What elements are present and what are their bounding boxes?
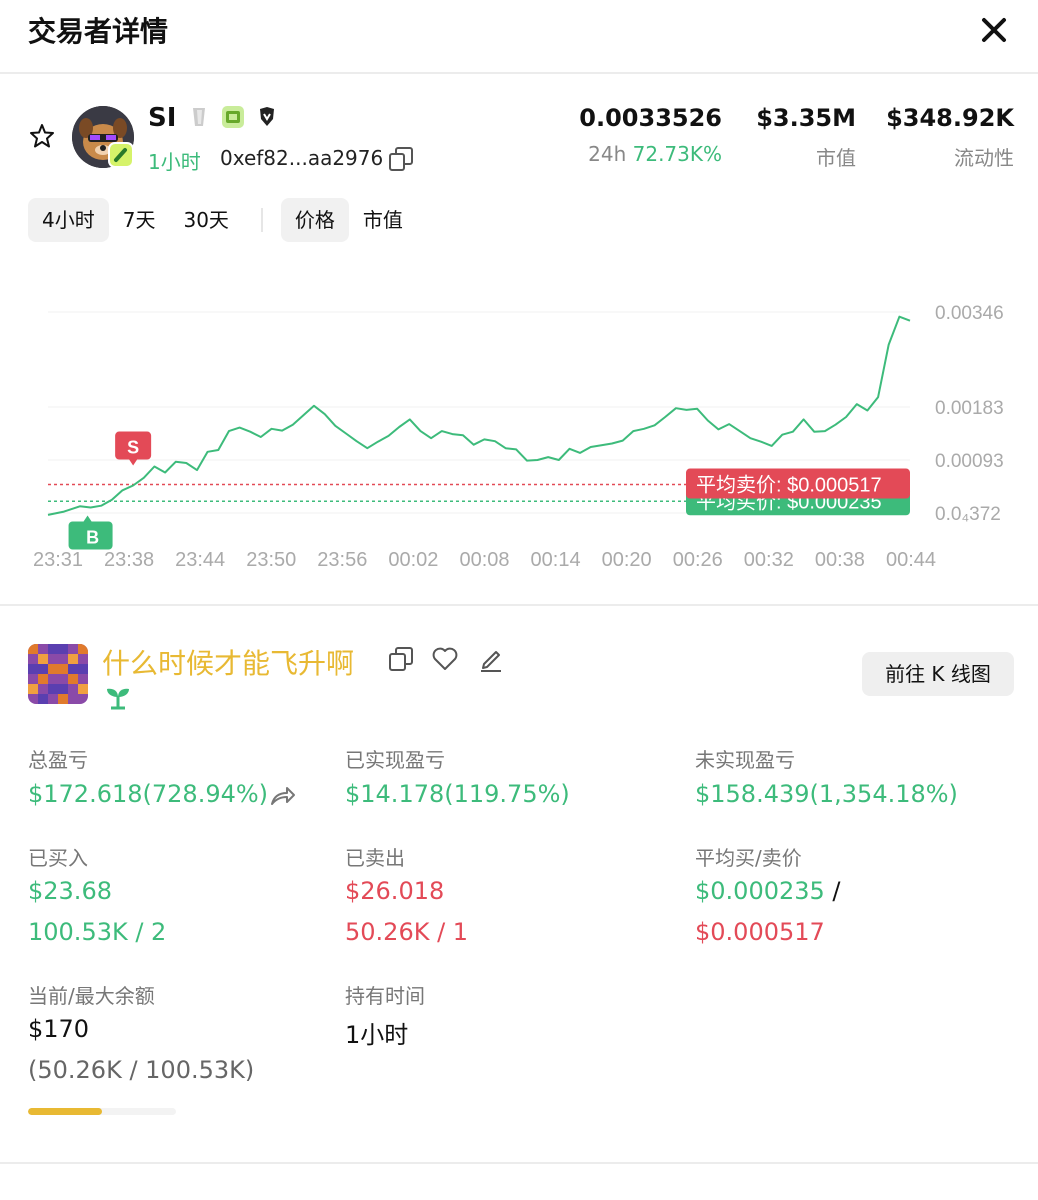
pump-tag-icon — [188, 106, 210, 128]
realized-pnl-label: 已实现盈亏 — [345, 748, 445, 772]
token-summary: SI 1小时 0xef82...aa2976 0.0033526 24h 72.… — [0, 100, 1038, 180]
balance-detail: (50.26K / 100.53K) — [28, 1056, 255, 1084]
unrealized-pnl-value: $158.439(1,354.18%) — [695, 780, 958, 808]
avg-sell-value: $0.000517 — [695, 918, 825, 946]
sold-value: $26.018 — [345, 877, 445, 905]
section-divider — [0, 604, 1038, 606]
tab-30d[interactable]: 30天 — [169, 198, 242, 242]
x-tick-label: 23:44 — [175, 549, 225, 571]
market-cap-stat: $3.35M 市值 — [756, 104, 856, 171]
market-cap-label: 市值 — [816, 146, 856, 170]
avg-buy-line: $0.000235 / — [695, 877, 841, 905]
heart-icon[interactable] — [430, 644, 460, 674]
realized-pnl-value: $14.178(119.75%) — [345, 780, 570, 808]
x-tick-label: 23:50 — [246, 549, 296, 571]
balance-progress-bar — [28, 1108, 176, 1115]
x-tick-label: 00:32 — [744, 549, 794, 571]
x-tick-label: 23:31 — [33, 549, 83, 571]
avg-separator: / — [824, 877, 841, 905]
wallet-name: 什么时候才能飞升啊 — [102, 647, 355, 680]
wallet-avatar — [28, 644, 88, 704]
avg-buy-value: $0.000235 — [695, 877, 825, 905]
price-chart[interactable]: 0.003460.001830.000930.0₄372平均买价: $0.000… — [0, 280, 1038, 580]
token-tags — [188, 106, 278, 128]
chart-tabs: 4小时 7天 30天 价格 市值 — [28, 198, 417, 242]
price-change: 24h 72.73K% — [579, 142, 722, 166]
balance-progress-fill — [28, 1108, 102, 1115]
sell-marker-label: S — [127, 438, 139, 458]
price-stat: 0.0033526 24h 72.73K% — [579, 104, 722, 166]
x-tick-label: 00:38 — [815, 549, 865, 571]
unrealized-pnl-label: 未实现盈亏 — [695, 748, 795, 772]
balance-label: 当前/最大余额 — [28, 984, 155, 1008]
bottom-divider — [0, 1162, 1038, 1164]
copy-icon[interactable] — [386, 644, 416, 674]
wallet-header: 什么时候才能飞升啊 前往 K 线图 — [0, 640, 1038, 720]
header: 交易者详情 — [0, 0, 1038, 74]
x-tick-label: 00:08 — [459, 549, 509, 571]
token-age: 1小时 — [148, 150, 201, 174]
page-title: 交易者详情 — [28, 15, 169, 48]
sold-quantity: 50.26K / 1 — [345, 918, 469, 946]
total-pnl-value: $172.618(728.94%) — [28, 780, 269, 808]
star-icon[interactable] — [28, 122, 56, 150]
x-tick-label: 23:38 — [104, 549, 154, 571]
nvidia-tag-icon — [222, 106, 244, 128]
x-tick-label: 00:20 — [602, 549, 652, 571]
hold-time-value: 1小时 — [345, 1021, 409, 1049]
y-tick-label: 0.00183 — [935, 398, 1004, 419]
avg-sell-label: 平均卖价: $0.000517 — [696, 474, 882, 497]
liquidity-stat: $348.92K 流动性 — [886, 104, 1014, 171]
copy-icon[interactable] — [388, 146, 414, 172]
tab-4h[interactable]: 4小时 — [28, 198, 109, 242]
bought-quantity: 100.53K / 2 — [28, 918, 167, 946]
balance-value: $170 — [28, 1015, 90, 1043]
liquidity-label: 流动性 — [954, 146, 1014, 170]
buy-marker-label: B — [86, 527, 99, 547]
share-icon[interactable] — [268, 782, 296, 810]
change-value: 72.73K% — [632, 142, 722, 166]
shield-tag-icon — [256, 106, 278, 128]
sold-label: 已卖出 — [345, 846, 405, 870]
x-tick-label: 00:26 — [673, 549, 723, 571]
token-address[interactable]: 0xef82...aa2976 — [220, 146, 383, 170]
y-tick-label: 0.00093 — [935, 451, 1004, 472]
y-tick-label: 0.00346 — [935, 303, 1004, 324]
y-tick-label: 0.0₄372 — [935, 504, 1001, 525]
pump-badge-icon — [108, 142, 134, 168]
tab-price[interactable]: 价格 — [280, 198, 349, 242]
liquidity-value: $348.92K — [886, 104, 1014, 132]
x-tick-label: 00:14 — [531, 549, 581, 571]
avg-price-label: 平均买/卖价 — [695, 846, 802, 870]
close-icon[interactable] — [978, 14, 1010, 46]
kline-chart-button[interactable]: 前往 K 线图 — [862, 652, 1014, 696]
sprout-icon — [107, 688, 129, 710]
tab-market-cap[interactable]: 市值 — [349, 198, 417, 242]
bought-value: $23.68 — [28, 877, 112, 905]
edit-icon[interactable] — [476, 644, 506, 674]
hold-time-label: 持有时间 — [345, 984, 425, 1008]
x-tick-label: 00:02 — [388, 549, 438, 571]
tab-7d[interactable]: 7天 — [109, 198, 170, 242]
token-price: 0.0033526 — [579, 104, 722, 132]
bought-label: 已买入 — [28, 846, 88, 870]
x-tick-label: 00:44 — [886, 549, 936, 571]
change-prefix: 24h — [588, 142, 627, 166]
tab-divider — [260, 208, 263, 232]
x-tick-label: 23:56 — [317, 549, 367, 571]
total-pnl-label: 总盈亏 — [28, 748, 88, 772]
token-symbol: SI — [148, 103, 177, 133]
market-cap-value: $3.35M — [756, 104, 856, 132]
